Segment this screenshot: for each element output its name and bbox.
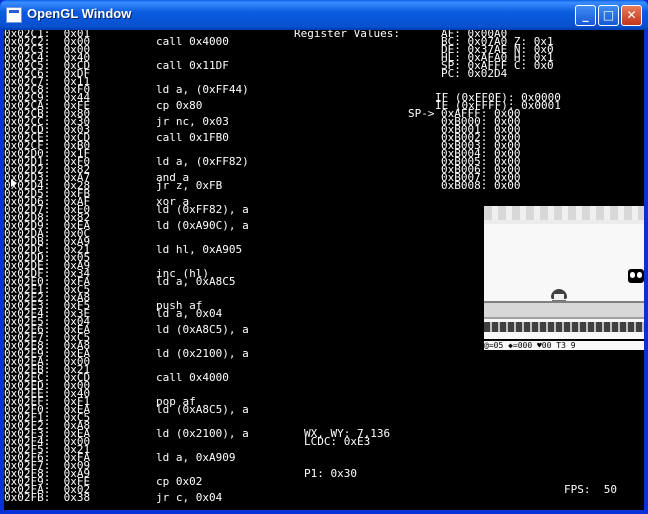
disassembly-instruction-row: call 0x11DF	[156, 59, 229, 72]
disassembly-instruction-row: ld (0xA8C5), a	[156, 323, 249, 336]
minimize-button[interactable]: _	[575, 5, 596, 26]
p1-readout: P1: 0x30	[304, 467, 357, 480]
title-bar[interactable]: OpenGL Window _ □ ✕	[0, 0, 648, 30]
application-window: OpenGL Window _ □ ✕ 0x02C1: 0x01 0x02C2: …	[0, 0, 648, 514]
disassembly-instruction-row: call 0x4000	[156, 35, 229, 48]
fps-counter: FPS: 50	[564, 483, 617, 496]
disassembly-instruction-row: cp 0x02	[156, 475, 203, 488]
window-app-icon	[6, 7, 22, 23]
game-screen: @=05 ◆=000 ♥00 T3 9	[484, 206, 644, 350]
current-instruction-marker-icon	[11, 179, 17, 187]
disassembly-instruction-row: jr nc, 0x03	[156, 115, 229, 128]
disassembly-instruction-row: ld a, (0xFF82)	[156, 155, 249, 168]
disassembly-instruction-row: cp 0x80	[156, 99, 203, 112]
disassembly-instruction-row: ld a, 0x04	[156, 307, 223, 320]
stack-row: 0xB008: 0x00	[441, 179, 521, 192]
disassembly-instruction-row: ld (0x2100), a	[156, 427, 249, 440]
enemy-eye	[637, 272, 642, 278]
close-button[interactable]: ✕	[621, 5, 642, 26]
disassembly-instruction-row: ld a, 0xA909	[156, 451, 236, 464]
ground-edge	[484, 317, 644, 319]
disassembly-instruction-row: ld (0xA8C5), a	[156, 403, 249, 416]
register-values: AF: 0x00A0 BC: 0x07A0 Z: 0x1 DE: 0x37AE N:…	[441, 30, 554, 79]
maximize-button[interactable]: □	[598, 5, 619, 26]
disassembly-instruction-row: jr c, 0x04	[156, 491, 223, 504]
emulator-display[interactable]: 0x02C1: 0x01 0x02C2: 0x00 0x02C3: 0x00 0x02…	[4, 30, 644, 510]
ground	[484, 303, 644, 317]
disassembly-instruction-column: call 0x4000 call 0x11DF ld a, (0xFF44) cp 0…	[156, 30, 249, 504]
disassembly-instruction-row: ld (0x2100), a	[156, 347, 249, 360]
disassembly-address-row: 0x02FB: 0x38	[4, 491, 91, 504]
disassembly-instruction-row: ld a, 0xA8C5	[156, 275, 236, 288]
enemy-eye	[630, 272, 635, 278]
stack-dump: 0xAFFF: 0x00 0xB000: 0x00 0xB001: 0x00 0xB0…	[441, 108, 521, 192]
disassembly-address-column: 0x02C1: 0x01 0x02C2: 0x00 0x02C3: 0x00 0x02…	[4, 30, 91, 504]
screen-clouds	[484, 206, 644, 220]
disassembly-instruction-row: ld (0xA90C), a	[156, 219, 249, 232]
registers-heading: Register Values:	[294, 30, 400, 40]
floor-tiles	[484, 322, 644, 332]
disassembly-instruction-row: call 0x1FB0	[156, 131, 229, 144]
disassembly-instruction-row: ld a, (0xFF44)	[156, 83, 249, 96]
enemy-sprite	[628, 269, 644, 283]
disassembly-instruction-row: call 0x4000	[156, 371, 229, 384]
disassembly-instruction-row: ld hl, 0xA905	[156, 243, 243, 256]
window-title: OpenGL Window	[27, 6, 132, 21]
disassembly-instruction-row: jr z, 0xFB	[156, 179, 223, 192]
disassembly-instruction-row: ld (0xFF82), a	[156, 203, 249, 216]
lcdc-readout: LCDC: 0xE3	[304, 435, 371, 448]
stack-pointer-label: SP->	[408, 107, 435, 120]
screen-clouds-lower	[484, 220, 644, 224]
game-hud: @=05 ◆=000 ♥00 T3 9	[484, 342, 644, 350]
